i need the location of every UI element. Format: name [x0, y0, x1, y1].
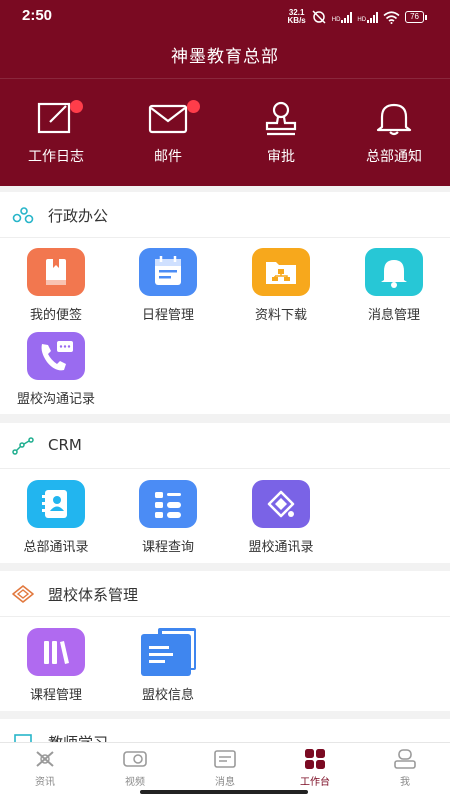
tile-label: 盟校通讯录	[248, 540, 314, 555]
section-header: 盟校体系管理	[0, 571, 450, 617]
tile-hq-contacts[interactable]: 总部通讯录	[0, 480, 112, 560]
section-league-system: 盟校体系管理 课程管理 盟校信息	[0, 571, 450, 711]
tab-label: 视频	[125, 777, 145, 788]
tab-workbench[interactable]: 工作台	[270, 743, 360, 791]
league-system-icon	[12, 585, 34, 603]
tile-label: 盟校信息	[141, 688, 194, 703]
home-indicator[interactable]	[140, 790, 308, 794]
tab-profile[interactable]: 我	[360, 743, 450, 791]
notification-badge	[70, 100, 83, 113]
tab-video[interactable]: 视频	[90, 743, 180, 791]
tile-message-manage[interactable]: 消息管理	[338, 248, 450, 328]
tab-label: 资讯	[35, 777, 55, 788]
battery-icon: 76	[405, 11, 427, 23]
tab-message[interactable]: 消息	[180, 743, 270, 791]
phone-chat-icon	[27, 332, 85, 380]
tile-course-search[interactable]: 课程查询	[112, 480, 224, 560]
tile-league-contacts[interactable]: 盟校通讯录	[225, 480, 337, 560]
folder-download-icon	[252, 248, 310, 296]
mail-icon	[148, 104, 188, 134]
books-icon	[27, 628, 85, 676]
tile-course-manage[interactable]: 课程管理	[0, 628, 112, 708]
app-header: 2:50 32.1 KB/s HD HD 76 神墨教育总部 工作日志 邮件 审…	[0, 0, 450, 186]
documents-icon	[139, 628, 197, 676]
header-divider	[0, 78, 450, 79]
wifi-icon	[383, 10, 400, 24]
approval-stamp-icon	[265, 101, 297, 136]
tile-label: 消息管理	[367, 308, 420, 323]
video-icon	[123, 751, 147, 767]
course-search-icon	[139, 480, 197, 528]
section-title: 行政办公	[48, 207, 109, 225]
tab-news[interactable]: 资讯	[0, 743, 90, 791]
tile-label: 课程管理	[29, 688, 82, 703]
league-contacts-icon	[252, 480, 310, 528]
page-title: 神墨教育总部	[171, 47, 279, 67]
admin-office-icon	[12, 207, 34, 224]
tile-label: 日程管理	[141, 308, 194, 323]
tile-label: 盟校沟通记录	[16, 392, 95, 407]
section-header: CRM	[0, 423, 450, 469]
tile-schedule[interactable]: 日程管理	[112, 248, 224, 328]
bell-icon	[376, 103, 412, 136]
news-icon	[36, 751, 54, 767]
quick-action-label: 审批	[267, 149, 295, 165]
notepad-icon	[27, 248, 85, 296]
calendar-icon	[139, 248, 197, 296]
quick-action-label: 总部通知	[366, 149, 422, 165]
status-bar: 2:50 32.1 KB/s HD HD 76	[0, 0, 450, 32]
tile-downloads[interactable]: 资料下载	[225, 248, 337, 328]
section-header: 行政办公	[0, 192, 450, 238]
tile-label: 资料下载	[254, 308, 307, 323]
workbench-icon	[305, 749, 325, 769]
quick-action-hq-notice[interactable]: 总部通知	[338, 96, 450, 176]
tile-label: 我的便签	[29, 308, 82, 323]
status-time: 2:50	[22, 7, 53, 24]
contacts-icon	[27, 480, 85, 528]
tile-league-info[interactable]: 盟校信息	[112, 628, 224, 708]
message-icon	[214, 750, 236, 768]
tile-label: 总部通讯录	[23, 540, 89, 555]
quick-action-mail[interactable]: 邮件	[112, 96, 224, 176]
tile-label: 课程查询	[141, 540, 194, 555]
crm-icon	[12, 437, 34, 455]
quick-action-label: 邮件	[154, 149, 182, 165]
notification-badge	[187, 100, 200, 113]
tile-my-notes[interactable]: 我的便签	[0, 248, 112, 328]
section-title: CRM	[48, 436, 82, 454]
signal-2-icon: HD	[357, 11, 379, 23]
net-speed: 32.1 KB/s	[287, 8, 306, 25]
status-icons: 32.1 KB/s HD HD 76	[287, 8, 427, 25]
quick-action-approval[interactable]: 审批	[225, 96, 337, 176]
section-title: 盟校体系管理	[48, 586, 139, 604]
tile-league-comm-records[interactable]: 盟校沟通记录	[0, 332, 112, 412]
quick-action-work-log[interactable]: 工作日志	[0, 96, 112, 176]
signal-1-icon: HD	[332, 11, 353, 23]
profile-icon	[394, 749, 416, 769]
tab-label: 我	[400, 777, 410, 788]
tab-label: 消息	[215, 777, 235, 788]
quick-action-label: 工作日志	[28, 149, 84, 165]
section-crm: CRM 总部通讯录 课程查询 盟校通讯录	[0, 423, 450, 563]
tab-label: 工作台	[300, 777, 330, 788]
alarm-off-icon	[312, 10, 326, 24]
bell-icon	[365, 248, 423, 296]
section-admin-office: 行政办公 我的便签 日程管理 资料下载 消息管理 盟校沟通记录	[0, 192, 450, 414]
